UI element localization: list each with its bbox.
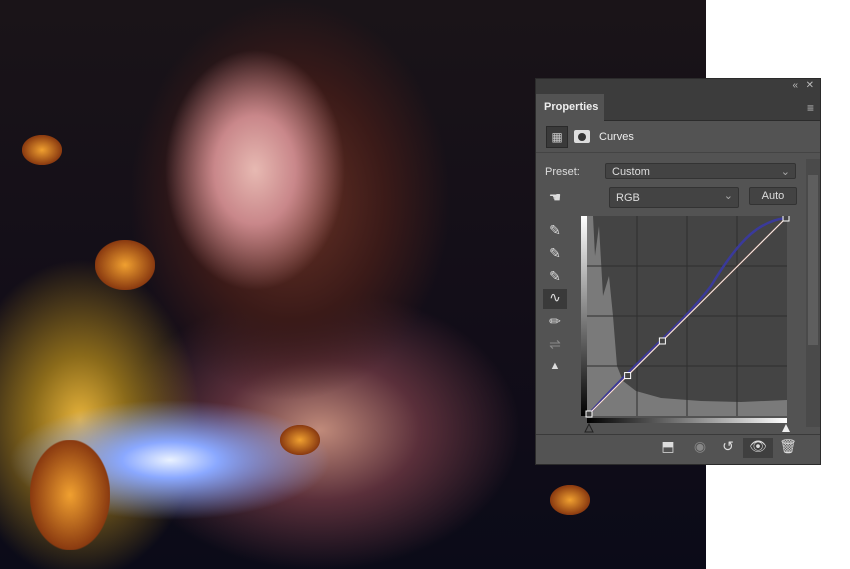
mask-icon[interactable] bbox=[574, 130, 590, 143]
preset-dropdown[interactable]: Custom ⌄ bbox=[605, 163, 796, 179]
curve-control-point[interactable] bbox=[624, 372, 632, 380]
butterfly-image bbox=[30, 440, 110, 550]
visibility-eye-icon[interactable]: 👁 bbox=[743, 438, 773, 458]
butterfly-image bbox=[280, 425, 320, 455]
black-point-slider[interactable] bbox=[584, 422, 594, 433]
gray-point-eyedropper-icon[interactable]: ✎ bbox=[543, 245, 567, 265]
panel-menu-icon[interactable]: ≡ bbox=[807, 101, 814, 115]
clipping-warning-icon[interactable]: ▲ bbox=[543, 360, 567, 380]
targeted-adjustment-hand-icon[interactable]: ☚ bbox=[543, 189, 567, 209]
auto-button[interactable]: Auto bbox=[749, 187, 797, 205]
curve-points-tool-icon[interactable]: ∿ bbox=[543, 289, 567, 309]
tab-properties[interactable]: Properties bbox=[536, 94, 604, 122]
channel-dropdown[interactable]: RGB ⌄ bbox=[609, 187, 739, 208]
view-previous-state-icon[interactable]: ◉ bbox=[688, 438, 712, 458]
close-icon[interactable]: ✕ bbox=[806, 80, 814, 91]
chevron-down-icon: ⌄ bbox=[780, 166, 790, 178]
smooth-curve-icon[interactable]: ⇌ bbox=[543, 336, 567, 356]
collapse-icon[interactable]: « bbox=[792, 80, 798, 91]
panel-titlebar: « ✕ bbox=[536, 79, 820, 94]
curves-adjustment-icon[interactable]: ▦ bbox=[546, 126, 568, 148]
reset-icon[interactable]: ↺ bbox=[716, 438, 740, 458]
properties-panel: « ✕ Properties ≡ ▦ Curves Preset: Custom… bbox=[535, 78, 821, 465]
channel-value: RGB bbox=[616, 192, 640, 204]
scrollbar[interactable] bbox=[806, 159, 820, 427]
curve-control-point[interactable] bbox=[585, 410, 593, 418]
curve-control-point[interactable] bbox=[782, 216, 790, 222]
butterfly-image bbox=[550, 485, 590, 515]
butterfly-image bbox=[95, 240, 155, 290]
white-point-slider[interactable] bbox=[782, 424, 790, 432]
input-gradient bbox=[587, 418, 787, 423]
preset-label: Preset: bbox=[545, 166, 580, 178]
panel-title: Curves bbox=[599, 131, 634, 143]
output-gradient bbox=[581, 216, 587, 416]
clip-to-layer-icon[interactable]: ⬒ bbox=[656, 438, 680, 458]
curve-control-point[interactable] bbox=[658, 337, 666, 345]
preset-value: Custom bbox=[612, 166, 650, 178]
pencil-icon[interactable]: ✏ bbox=[543, 313, 567, 333]
scrollbar-thumb[interactable] bbox=[808, 175, 818, 345]
curves-graph[interactable] bbox=[581, 216, 791, 434]
butterfly-image bbox=[22, 135, 62, 165]
panel-footer: ⬒ ◉ ↺ 👁 🗑 bbox=[536, 434, 820, 460]
delete-trash-icon[interactable]: 🗑 bbox=[776, 438, 800, 458]
black-point-eyedropper-icon[interactable]: ✎ bbox=[543, 222, 567, 242]
white-point-eyedropper-icon[interactable]: ✎ bbox=[543, 268, 567, 288]
chevron-down-icon: ⌄ bbox=[723, 190, 733, 202]
